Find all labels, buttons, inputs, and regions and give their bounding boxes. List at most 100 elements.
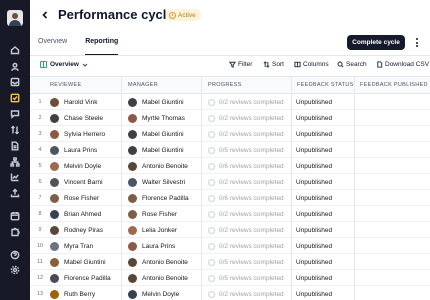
- progress-text: 0/5 reviews completed: [219, 258, 284, 266]
- manager-name: Florence Padilla: [142, 194, 189, 202]
- user-icon[interactable]: [9, 61, 21, 73]
- user-avatar[interactable]: [7, 10, 23, 26]
- reviewee-name: Laura Prins: [64, 146, 98, 154]
- reviewee-name: Mabel Giuntini: [64, 258, 106, 266]
- reviewee-cell[interactable]: Myra Tran: [50, 238, 93, 254]
- manager-cell[interactable]: Mabel Giuntini: [128, 94, 184, 110]
- tab-bar: Overview Reporting: [38, 38, 119, 55]
- progress-text: 0/2 reviews completed: [219, 130, 284, 138]
- reviewee-cell[interactable]: Rodney Piras: [50, 222, 103, 238]
- table-row[interactable]: 5 Melvin Doyle Antonio Benoite 0/6 reviews …: [30, 158, 430, 174]
- table-row[interactable]: 8 Brian Ahmed Rose Fisher 0/2 reviews compl…: [30, 206, 430, 222]
- manager-cell[interactable]: Florence Padilla: [128, 190, 189, 206]
- manager-cell[interactable]: Myrtle Thomas: [128, 110, 185, 126]
- message-icon[interactable]: [9, 108, 21, 120]
- reviewee-cell[interactable]: Laura Prins: [50, 142, 97, 158]
- tab-reporting[interactable]: Reporting: [85, 38, 119, 55]
- column-header-progress[interactable]: PROGRESS: [208, 82, 242, 88]
- reviewee-cell[interactable]: Brian Ahmed: [50, 206, 101, 222]
- puzzle-icon[interactable]: [9, 226, 21, 238]
- upload-icon[interactable]: [9, 187, 21, 199]
- view-select[interactable]: Overview: [40, 61, 88, 68]
- progress-cell: 0/6 reviews completed: [208, 158, 284, 174]
- sort-button[interactable]: Sort: [263, 61, 284, 68]
- table-row[interactable]: 1 Harold Vink Mabel Giuntini 0/2 reviews co…: [30, 94, 430, 110]
- avatar: [50, 129, 59, 139]
- columns-button[interactable]: Columns: [294, 61, 329, 68]
- manager-cell[interactable]: Antonio Benoite: [128, 270, 188, 286]
- back-arrow-icon[interactable]: [40, 10, 50, 20]
- download-csv-label: Download CSV: [385, 61, 430, 68]
- table-row[interactable]: 2 Chase Steele Myrtle Thomas 0/2 reviews co…: [30, 110, 430, 126]
- download-csv-button[interactable]: Download CSV: [376, 61, 429, 68]
- row-number: 12: [36, 275, 44, 281]
- complete-cycle-button[interactable]: Complete cycle: [347, 35, 405, 50]
- column-header-feedback-published[interactable]: FEEDBACK PUBLISHED: [360, 82, 428, 88]
- table-row[interactable]: 13 Ruth Berry Melvin Doyle 0/2 reviews comp…: [30, 286, 430, 300]
- inbox-icon[interactable]: [9, 76, 21, 88]
- manager-cell[interactable]: Lelia Jonker: [128, 222, 177, 238]
- column-header-feedback-status[interactable]: FEEDBACK STATUS: [297, 82, 354, 88]
- table-row[interactable]: 6 Vincent Barni Walter Silvestri 0/2 review…: [30, 174, 430, 190]
- manager-cell[interactable]: Walter Silvestri: [128, 174, 185, 190]
- progress-ring-icon: [208, 258, 215, 266]
- progress-ring-icon: [208, 162, 215, 170]
- check-square-icon[interactable]: [9, 92, 21, 104]
- row-number: 4: [38, 147, 42, 153]
- reviewee-cell[interactable]: Florence Padilla: [50, 270, 111, 286]
- table-row[interactable]: 10 Myra Tran Laura Prins 0/2 reviews comple…: [30, 238, 430, 254]
- progress-cell: 0/6 reviews completed: [208, 190, 284, 206]
- reviewee-cell[interactable]: Sylvia Herrero: [50, 126, 105, 142]
- column-header-reviewee[interactable]: REVIEWEE: [50, 82, 81, 88]
- columns-icon: [294, 61, 301, 68]
- feedback-status-cell: Unpublished: [296, 98, 333, 106]
- search-button[interactable]: Search: [337, 61, 367, 68]
- reviewee-cell[interactable]: Rose Fisher: [50, 190, 99, 206]
- manager-cell[interactable]: Mabel Giuntini: [128, 142, 184, 158]
- transfer-icon[interactable]: [9, 124, 21, 136]
- reviewee-cell[interactable]: Harold Vink: [50, 94, 97, 110]
- avatar: [128, 241, 137, 251]
- more-options-icon[interactable]: [413, 37, 421, 48]
- filter-button[interactable]: Filter: [229, 61, 252, 68]
- calendar-icon[interactable]: [9, 210, 21, 222]
- table-row[interactable]: 4 Laura Prins Mabel Giuntini 0/5 reviews co…: [30, 142, 430, 158]
- column-header-manager[interactable]: MANAGER: [128, 82, 158, 88]
- table-row[interactable]: 7 Rose Fisher Florence Padilla 0/6 reviews …: [30, 190, 430, 206]
- progress-cell: 0/2 reviews completed: [208, 222, 284, 238]
- reviewee-cell[interactable]: Ruth Berry: [50, 286, 95, 300]
- document-icon[interactable]: [9, 140, 21, 152]
- progress-cell: 0/5 reviews completed: [208, 254, 284, 270]
- feedback-status-cell: Unpublished: [296, 210, 333, 218]
- table-row[interactable]: 12 Florence Padilla Antonio Benoite 0/5 rev…: [30, 270, 430, 286]
- table-row[interactable]: 3 Sylvia Herrero Mabel Giuntini 0/2 reviews…: [30, 126, 430, 142]
- reviewee-cell[interactable]: Vincent Barni: [50, 174, 103, 190]
- reviewee-cell[interactable]: Chase Steele: [50, 110, 103, 126]
- manager-cell[interactable]: Mabel Giuntini: [128, 126, 184, 142]
- chart-icon[interactable]: [9, 171, 21, 183]
- sidebar: [0, 0, 30, 300]
- table-toolbar: Overview Filter Sort Columns Search Down…: [30, 58, 430, 74]
- progress-text: 0/2 reviews completed: [219, 210, 284, 218]
- reviewee-name: Chase Steele: [64, 114, 104, 122]
- manager-cell[interactable]: Laura Prins: [128, 238, 175, 254]
- reviewee-cell[interactable]: Melvin Doyle: [50, 158, 101, 174]
- avatar: [128, 161, 137, 171]
- manager-cell[interactable]: Antonio Benoite: [128, 158, 188, 174]
- table-row[interactable]: 11 Mabel Giuntini Antonio Benoite 0/5 revie…: [30, 254, 430, 270]
- hierarchy-icon[interactable]: [9, 156, 21, 168]
- settings-icon[interactable]: [9, 264, 21, 276]
- avatar: [128, 225, 137, 235]
- avatar: [128, 289, 137, 299]
- feedback-status-cell: Unpublished: [296, 146, 333, 154]
- reviewee-cell[interactable]: Mabel Giuntini: [50, 254, 106, 270]
- file-icon: [377, 61, 383, 68]
- manager-cell[interactable]: Rose Fisher: [128, 206, 177, 222]
- manager-cell[interactable]: Antonio Benoite: [128, 254, 188, 270]
- tab-overview[interactable]: Overview: [38, 38, 67, 55]
- progress-cell: 0/5 reviews completed: [208, 142, 284, 158]
- home-icon[interactable]: [9, 44, 21, 56]
- help-icon[interactable]: [9, 249, 21, 261]
- table-row[interactable]: 9 Rodney Piras Lelia Jonker 0/2 reviews com…: [30, 222, 430, 238]
- manager-cell[interactable]: Melvin Doyle: [128, 286, 179, 300]
